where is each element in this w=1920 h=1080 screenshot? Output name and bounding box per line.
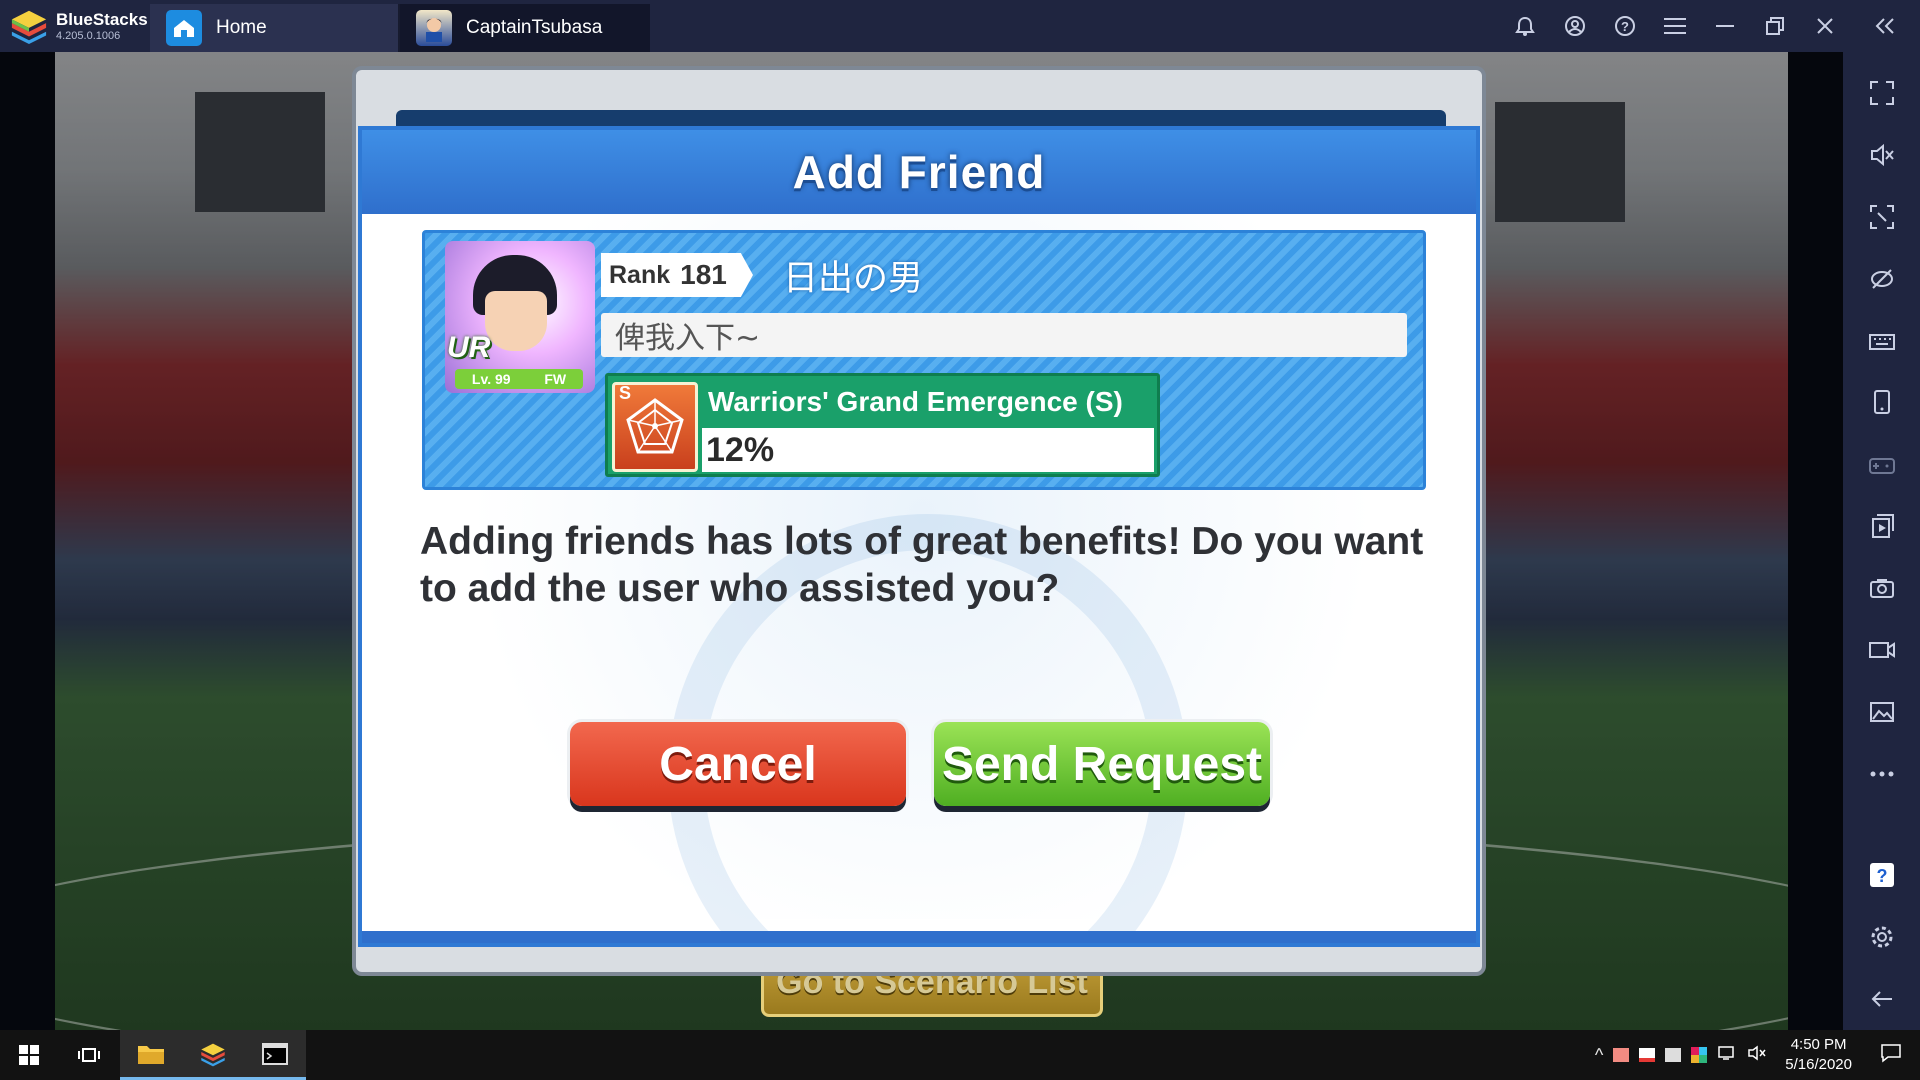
player-name: 日出の男 [783,258,924,299]
account-icon[interactable] [1550,0,1600,52]
volume-mute-icon[interactable] [1843,124,1920,186]
rank-value: 181 [680,259,727,290]
record-icon[interactable] [1843,619,1920,681]
collapse-sidebar-icon[interactable] [1850,0,1920,52]
fullscreen-icon[interactable] [1843,62,1920,124]
add-friend-message: Adding friends has lots of great benefit… [420,520,1424,610]
install-apk-icon[interactable] [1843,495,1920,557]
card-level-bar: Lv. 99 FW [455,369,583,389]
home-icon [166,10,202,46]
player-avatar[interactable]: UR Lv. 99 FW [445,241,595,393]
card-rarity: UR [447,331,491,364]
player-comment: 俾我入下~ [601,313,1407,357]
bluestacks-logo-icon [11,10,47,45]
skill-name: Warriors' Grand Emergence (S) [708,386,1123,417]
volume-muted-icon[interactable] [1747,1045,1767,1066]
help-icon[interactable]: ? [1843,844,1920,906]
dialog-title: Add Friend [792,146,1046,198]
skill-progress: 12% [702,428,1154,472]
tray-app-icon[interactable] [1613,1048,1630,1062]
notifications-icon[interactable] [1870,1043,1912,1068]
svg-text:?: ? [1876,866,1887,886]
system-tray: ^ 4:50 PM 5/16/2020 [1595,1030,1920,1080]
show-hidden-icons-icon[interactable]: ^ [1595,1045,1603,1066]
bluestacks-titlebar: BlueStacks 4.205.0.1006 Home CaptainTsub… [0,0,1920,52]
keyboard-icon[interactable] [1843,310,1920,372]
bluestacks-sidebar: ? [1843,52,1920,1030]
card-level: Lv. 99 [471,371,511,387]
cancel-button[interactable]: Cancel [570,722,906,806]
tab-captaintsubasa[interactable]: CaptainTsubasa [400,4,650,52]
phone-icon[interactable] [1843,372,1920,434]
app-version: 4.205.0.1006 [56,29,121,42]
add-friend-dialog: Add Friend UR Lv. 99 FW Rank 181 日出の男 俾我… [358,126,1480,947]
rank-badge: Rank 181 [601,253,753,297]
bell-icon[interactable] [1500,0,1550,52]
file-explorer-icon[interactable] [120,1030,182,1080]
tray-window-icon[interactable] [1665,1048,1682,1062]
tray-chart-icon[interactable] [1639,1048,1656,1062]
app-name: BlueStacks [56,9,148,29]
windows-start-icon[interactable] [0,1030,58,1080]
back-icon[interactable] [1843,968,1920,1030]
tab-home-label: Home [216,17,267,38]
clock-date: 5/16/2020 [1785,1056,1852,1073]
more-icon[interactable] [1843,743,1920,805]
card-position: FW [544,371,567,387]
menu-icon[interactable] [1650,0,1700,52]
bluestacks-logo: BlueStacks 4.205.0.1006 [0,0,150,52]
close-icon[interactable] [1800,0,1850,52]
svg-text:?: ? [1621,19,1629,34]
windows-taskbar: ^ 4:50 PM 5/16/2020 [0,1030,1920,1080]
resize-icon[interactable] [1843,186,1920,248]
terminal-icon[interactable] [244,1030,306,1080]
camera-icon[interactable] [1843,557,1920,619]
game-thumbnail [416,10,452,46]
dialog-header: Add Friend [362,130,1476,214]
tab-home[interactable]: Home [150,4,400,52]
skill-pentagon-icon: S [612,382,698,472]
friend-profile-card: UR Lv. 99 FW Rank 181 日出の男 俾我入下~ S Warri… [422,230,1426,490]
clock-time: 4:50 PM [1790,1036,1847,1053]
game-screen: Go to Scenario List Add Friend UR Lv. 99 [55,52,1788,1030]
help-icon[interactable]: ? [1600,0,1650,52]
leader-skill-box: S Warriors' Grand Emergence (S) 12% [605,373,1160,477]
gamepad-icon[interactable] [1843,433,1920,495]
emulator-viewport: Go to Scenario List Add Friend UR Lv. 99 [0,52,1843,1030]
dialog-body: UR Lv. 99 FW Rank 181 日出の男 俾我入下~ S Warri… [362,214,1476,943]
eye-off-icon[interactable] [1843,248,1920,310]
dialog-footer-bar [362,931,1476,943]
rank-label: Rank [609,260,671,289]
send-request-button[interactable]: Send Request [934,722,1270,806]
restore-icon[interactable] [1750,0,1800,52]
tray-slack-icon[interactable] [1691,1047,1708,1063]
media-folder-icon[interactable] [1843,681,1920,743]
minimize-icon[interactable] [1700,0,1750,52]
bluestacks-icon[interactable] [182,1030,244,1080]
network-icon[interactable] [1717,1045,1737,1066]
task-view-icon[interactable] [58,1030,120,1080]
tab-captaintsubasa-label: CaptainTsubasa [466,17,603,38]
skill-grade: S [619,383,632,403]
settings-icon[interactable] [1843,906,1920,968]
system-clock[interactable]: 4:50 PM 5/16/2020 [1777,1035,1860,1075]
